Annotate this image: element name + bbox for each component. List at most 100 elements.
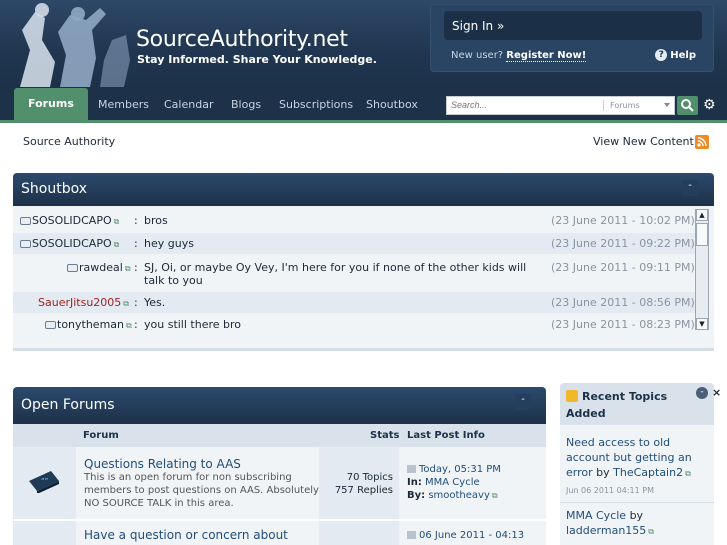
- recent-topic-date: Jun 06 2011 04:11 PM: [566, 486, 654, 495]
- view-new-content-link[interactable]: View New Content: [593, 135, 694, 148]
- nav-underline: [0, 120, 727, 123]
- shout-time: (23 June 2011 - 09:22 PM): [551, 237, 695, 250]
- shout-time: (23 June 2011 - 10:02 PM): [551, 214, 695, 227]
- avatar: [45, 321, 56, 329]
- help-link[interactable]: ? Help: [655, 49, 696, 61]
- go-to-last-post-icon[interactable]: [407, 531, 416, 539]
- recent-topic-user[interactable]: ladderman155: [566, 524, 646, 537]
- in-label: In:: [407, 477, 422, 488]
- shout-row: tonytheman ⧉ : you still there bro (23 Ju…: [13, 314, 695, 335]
- shout-separator: :: [134, 237, 138, 250]
- last-post-info: 06 June 2011 - 04:13: [407, 529, 524, 542]
- recent-topics-minimize-button[interactable]: -: [696, 387, 708, 399]
- scroll-up-icon[interactable]: ▲: [696, 209, 708, 221]
- shout-time: (23 June 2011 - 08:23 PM): [551, 318, 695, 331]
- chevron-down-icon: [664, 103, 670, 107]
- site-header: SourceAuthority.net Stay Informed. Share…: [0, 0, 727, 87]
- recent-topic-user[interactable]: TheCaptain2: [613, 466, 683, 479]
- recent-topic-item: MMA Cycle by ladderman155 ⧉: [566, 508, 711, 539]
- gear-icon[interactable]: ⚙: [703, 97, 716, 113]
- open-forums-header: Open Forums -: [13, 387, 546, 424]
- forum-icon-cell: “”: [13, 447, 76, 519]
- search-divider: [603, 100, 604, 111]
- shout-message: SJ, Oi, or maybe Oy Vey, I'm here for yo…: [144, 261, 527, 287]
- search-input[interactable]: [451, 100, 601, 110]
- shout-user[interactable]: tonytheman ⧉: [45, 318, 132, 331]
- go-to-last-post-icon[interactable]: [407, 465, 416, 473]
- last-post-info: Today, 05:31 PM In: MMA Cycle By: smooth…: [407, 463, 501, 502]
- forum-stats: [319, 521, 399, 545]
- close-icon[interactable]: ×: [712, 386, 721, 399]
- shout-user[interactable]: rawdeal ⧉: [67, 261, 131, 274]
- forum-title-link[interactable]: Have a question or concern about: [84, 528, 288, 542]
- shout-user[interactable]: SOSOLIDCAPO ⧉: [20, 237, 119, 250]
- shout-row: rawdeal ⧉ : SJ, Oi, or maybe Oy Vey, I'm …: [13, 256, 695, 292]
- tab-forums[interactable]: Forums: [14, 88, 88, 120]
- shoutbox-collapse-button[interactable]: -: [682, 180, 698, 196]
- shout-user[interactable]: SOSOLIDCAPO ⧉: [20, 214, 119, 227]
- by-label: By:: [407, 490, 426, 501]
- external-link-icon: ⧉: [124, 264, 131, 273]
- breadcrumb[interactable]: Source Authority: [23, 135, 115, 148]
- message-icon: [20, 240, 31, 248]
- tab-members[interactable]: Members: [98, 95, 149, 120]
- shout-separator: :: [134, 318, 138, 331]
- tab-blogs[interactable]: Blogs: [231, 95, 261, 120]
- recent-topic-link[interactable]: MMA Cycle: [566, 509, 626, 522]
- shout-message: bros: [144, 214, 168, 227]
- col-last-post: Last Post Info: [407, 430, 485, 441]
- external-link-icon: ⧉: [491, 491, 498, 500]
- tab-shoutbox[interactable]: Shoutbox: [366, 95, 418, 120]
- recent-topic-divider: [560, 502, 714, 503]
- forum-description: This is an open forum for non subscribin…: [84, 472, 319, 509]
- recent-topics-body: Need access to old account but getting a…: [560, 425, 714, 545]
- svg-text:“”: “”: [41, 477, 48, 485]
- forum-icon-cell: [13, 521, 76, 545]
- shout-row: SOSOLIDCAPO ⧉ : bros (23 June 2011 - 10:0…: [13, 211, 695, 231]
- forum-title-link[interactable]: Questions Relating to AAS: [84, 457, 241, 471]
- col-stats: Stats: [370, 430, 400, 441]
- tab-subscriptions[interactable]: Subscriptions: [279, 95, 353, 120]
- last-post-topic-link[interactable]: MMA Cycle: [425, 477, 480, 488]
- shoutbox-body: SOSOLIDCAPO ⧉ : bros (23 June 2011 - 10:0…: [13, 206, 714, 351]
- forum-row: Have a question or concern about 06 June…: [13, 521, 546, 545]
- external-link-icon: ⧉: [648, 527, 655, 536]
- new-user-prefix: New user?: [451, 50, 504, 61]
- rss-icon[interactable]: [695, 135, 709, 149]
- shout-time: (23 June 2011 - 08:56 PM): [551, 296, 695, 309]
- recent-topic-by: by: [596, 466, 610, 479]
- shout-message: Yes.: [144, 296, 166, 309]
- scroll-down-icon[interactable]: ▼: [696, 318, 708, 330]
- help-label: Help: [670, 49, 696, 61]
- search-scope-select[interactable]: Forums: [610, 101, 640, 110]
- external-link-icon: ⧉: [685, 469, 691, 478]
- search-button[interactable]: [677, 96, 698, 115]
- last-post-time[interactable]: 06 June 2011 - 04:13: [419, 530, 524, 541]
- tab-calendar[interactable]: Calendar: [164, 95, 213, 120]
- shout-message: you still there bro: [144, 318, 242, 331]
- register-link[interactable]: Register Now!: [506, 50, 587, 62]
- search-icon: [681, 99, 694, 112]
- col-forum: Forum: [83, 430, 119, 441]
- external-link-icon: ⧉: [113, 217, 120, 226]
- site-tagline: Stay Informed. Share Your Knowledge.: [137, 53, 377, 66]
- avatar: [67, 264, 78, 272]
- shout-row: SauerJitsu2005 ⧉ : Yes. (23 June 2011 - 0…: [13, 292, 695, 313]
- site-title[interactable]: SourceAuthority.net: [136, 27, 348, 52]
- athletes-silhouette-logo: [20, 3, 130, 87]
- shoutbox-scrollbar[interactable]: ▲ ▼: [695, 209, 709, 330]
- signin-button[interactable]: Sign In »: [444, 11, 702, 40]
- last-post-user-link[interactable]: smootheavy: [428, 490, 490, 501]
- shout-user[interactable]: SauerJitsu2005 ⧉: [38, 296, 129, 309]
- page-root: SourceAuthority.net Stay Informed. Share…: [0, 0, 727, 545]
- scroll-thumb[interactable]: [696, 223, 708, 246]
- external-link-icon: ⧉: [126, 321, 132, 330]
- shout-row: SOSOLIDCAPO ⧉ : hey guys (23 June 2011 - …: [13, 233, 695, 254]
- star-icon: [566, 390, 578, 402]
- external-link-icon: ⧉: [113, 240, 120, 249]
- open-forums-collapse-button[interactable]: -: [515, 394, 531, 410]
- last-post-time[interactable]: Today, 05:31 PM: [419, 464, 501, 475]
- forum-stats: 70 Topics 757 Replies: [319, 447, 399, 519]
- forum-replies: 757 Replies: [334, 485, 393, 496]
- recent-topic-item: Need access to old account but getting a…: [566, 435, 711, 481]
